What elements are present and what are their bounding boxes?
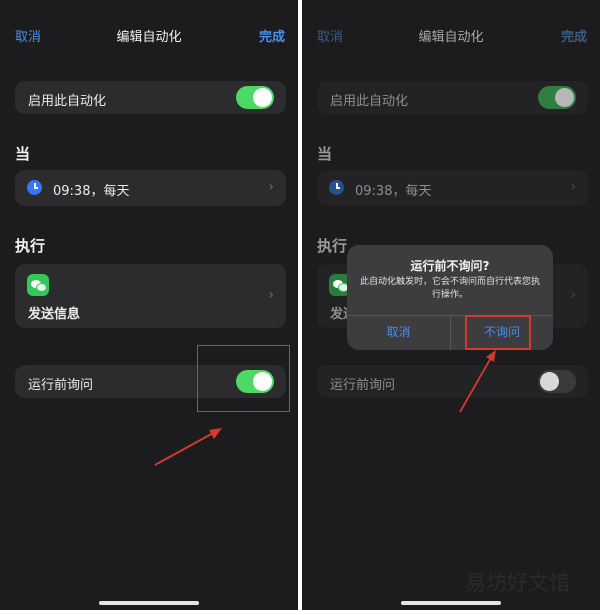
right-screen: 取消 编辑自动化 完成 启用此自动化 当 09:38，每天 › 执行 发送 › …	[302, 0, 600, 610]
home-indicator	[99, 601, 199, 605]
left-screen: 取消 编辑自动化 完成 启用此自动化 当 09:38，每天 › 执行 发送信息 …	[0, 0, 298, 610]
watermark-text: 易坊好文馆	[465, 571, 570, 595]
annotation-arrow	[154, 428, 222, 466]
annotation-arrow	[459, 350, 496, 413]
home-indicator	[401, 601, 501, 605]
